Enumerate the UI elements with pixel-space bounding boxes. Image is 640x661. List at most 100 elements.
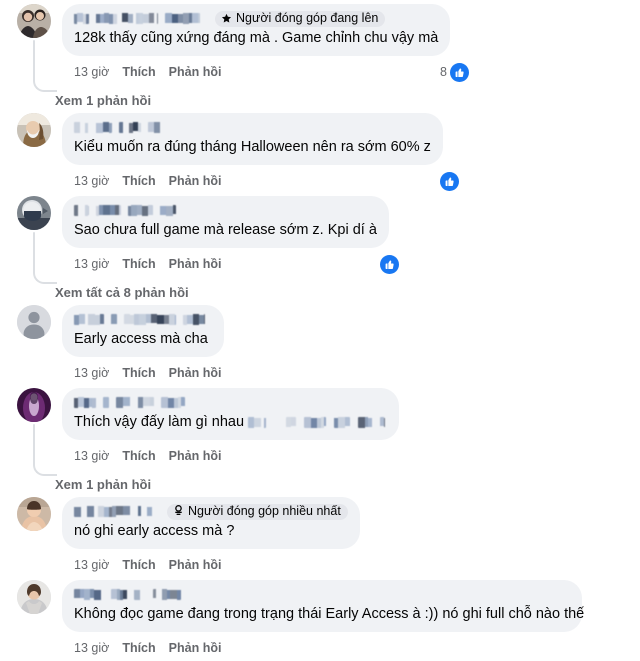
- like-button[interactable]: Thích: [122, 256, 155, 272]
- author-name-redacted[interactable]: [74, 311, 212, 329]
- comment-actions: 13 giờ Thích Phản hồi: [62, 248, 640, 277]
- comment-text: Sao chưa full game mà release sớm z. Kpi…: [74, 221, 377, 240]
- view-replies-row: Xem 1 phản hồi: [0, 87, 640, 113]
- comment-text-content: Thích vậy đấy làm gì nhau: [74, 414, 245, 430]
- reply-button[interactable]: Phản hồi: [169, 173, 222, 189]
- comment-body: Không đọc game đang trong trạng thái Ear…: [54, 580, 640, 661]
- like-button[interactable]: Thích: [122, 365, 155, 381]
- author-name-redacted[interactable]: [74, 503, 159, 521]
- avatar-column: [14, 580, 54, 614]
- author-row: [74, 203, 377, 218]
- author-row: [74, 587, 570, 602]
- contributor-badge[interactable]: Người đóng góp đang lên: [215, 10, 386, 27]
- like-button[interactable]: Thích: [122, 557, 155, 573]
- avatar[interactable]: [17, 305, 51, 339]
- reply-button[interactable]: Phản hồi: [169, 365, 222, 381]
- reaction-count: 8: [440, 65, 447, 79]
- comment: Early access mà cha 13 giờ Thích Phản hồi: [0, 305, 640, 386]
- comment-timestamp[interactable]: 13 giờ: [74, 256, 109, 272]
- author-row: [74, 312, 212, 327]
- comment-actions: 13 giờ Thích Phản hồi: [62, 549, 640, 578]
- reaction-summary[interactable]: [380, 254, 399, 274]
- comment-bubble: Early access mà cha: [62, 305, 224, 357]
- like-button[interactable]: Thích: [122, 448, 155, 464]
- comment-text: Không đọc game đang trong trạng thái Ear…: [74, 605, 584, 624]
- comment: Người đóng góp đang lên 128k thấy cũng xứ…: [0, 4, 640, 92]
- view-replies-link[interactable]: Xem 1 phản hồi: [55, 89, 151, 112]
- view-replies-link[interactable]: Xem tất cả 8 phản hồi: [55, 281, 189, 304]
- contributor-badge[interactable]: Người đóng góp nhiều nhất: [167, 503, 348, 520]
- author-name-redacted[interactable]: [74, 119, 175, 137]
- comment-timestamp[interactable]: 13 giờ: [74, 64, 109, 80]
- comment-bubble: Người đóng góp nhiều nhất nó ghi early ac…: [62, 497, 360, 549]
- author-name-redacted[interactable]: [74, 586, 188, 604]
- comment: Kiểu muốn ra đúng tháng Halloween nên ra…: [0, 113, 640, 194]
- reply-button[interactable]: Phản hồi: [169, 64, 222, 80]
- author-name-redacted[interactable]: [74, 394, 192, 412]
- comment-timestamp[interactable]: 13 giờ: [74, 173, 109, 189]
- comment-text: Thích vậy đấy làm gì nhau: [74, 413, 387, 432]
- comment-text-content: Không đọc game đang trong trạng thái Ear…: [74, 606, 585, 622]
- reply-button[interactable]: Phản hồi: [169, 640, 222, 656]
- avatar[interactable]: [17, 388, 51, 422]
- author-row: Người đóng góp nhiều nhất: [74, 503, 348, 521]
- comment-text: 128k thấy cũng xứng đáng mà . Game chỉnh…: [74, 29, 438, 48]
- reply-button[interactable]: Phản hồi: [169, 448, 222, 464]
- comment-actions: 13 giờ Thích Phản hồi: [62, 165, 640, 194]
- author-row: Người đóng góp đang lên: [74, 10, 438, 28]
- comment-bubble: Người đóng góp đang lên 128k thấy cũng xứ…: [62, 4, 451, 56]
- like-button[interactable]: Thích: [122, 640, 155, 656]
- view-replies-row: Xem tất cả 8 phản hồi: [0, 279, 640, 305]
- comment-text-content: Kiểu muốn ra đúng tháng Halloween nên ra…: [74, 139, 431, 155]
- thread-connector-line: [33, 232, 35, 268]
- thread-connector-line: [33, 40, 35, 76]
- comment-text: Kiểu muốn ra đúng tháng Halloween nên ra…: [74, 138, 431, 157]
- comment-bubble: Không đọc game đang trong trạng thái Ear…: [62, 580, 584, 632]
- comment-text-content: Early access mà cha: [74, 331, 208, 347]
- reaction-summary[interactable]: [440, 171, 459, 191]
- contributor-badge-label: Người đóng góp nhiều nhất: [188, 504, 341, 518]
- comment-timestamp[interactable]: 13 giờ: [74, 557, 109, 573]
- author-name-redacted[interactable]: [74, 202, 183, 220]
- avatar-column: [14, 196, 57, 284]
- avatar[interactable]: [17, 580, 51, 614]
- avatar[interactable]: [17, 196, 51, 230]
- comment-text: nó ghi early access mà ?: [74, 522, 348, 541]
- comment-timestamp[interactable]: 13 giờ: [74, 448, 109, 464]
- thumbs-up-icon: [440, 171, 459, 191]
- comment-text: Early access mà cha: [74, 330, 212, 349]
- comment-timestamp[interactable]: 13 giờ: [74, 640, 109, 656]
- comment-body: Sao chưa full game mà release sớm z. Kpi…: [54, 196, 640, 277]
- avatar[interactable]: [17, 4, 51, 38]
- like-button[interactable]: Thích: [122, 64, 155, 80]
- author-row: [74, 395, 387, 410]
- comment-actions: 13 giờ Thích Phản hồi: [62, 632, 640, 661]
- star-icon: [221, 13, 232, 24]
- comment: Người đóng góp nhiều nhất nó ghi early ac…: [0, 497, 640, 578]
- comment: Thích vậy đấy làm gì nhau 13 giờ Thích Phản…: [0, 388, 640, 476]
- comment: Sao chưa full game mà release sớm z. Kpi…: [0, 196, 640, 284]
- comment-text-content: Sao chưa full game mà release sớm z. Kpi…: [74, 222, 377, 238]
- top-contributor-icon: [173, 505, 184, 517]
- reply-button[interactable]: Phản hồi: [169, 557, 222, 573]
- comment-body: Thích vậy đấy làm gì nhau 13 giờ Thích Phản…: [54, 388, 640, 469]
- comment-body: Early access mà cha 13 giờ Thích Phản hồi: [54, 305, 640, 386]
- comment-text-content: nó ghi early access mà ?: [74, 523, 235, 539]
- comment-body: Người đóng góp nhiều nhất nó ghi early ac…: [54, 497, 640, 578]
- comment-bubble: Sao chưa full game mà release sớm z. Kpi…: [62, 196, 389, 248]
- comment: Không đọc game đang trong trạng thái Ear…: [0, 580, 640, 661]
- reaction-summary[interactable]: 8: [440, 62, 469, 82]
- comment-actions: 13 giờ Thích Phản hồi: [62, 440, 640, 469]
- contributor-badge-label: Người đóng góp đang lên: [236, 11, 379, 25]
- avatar-column: [14, 113, 54, 147]
- avatar[interactable]: [17, 113, 51, 147]
- comment-timestamp[interactable]: 13 giờ: [74, 365, 109, 381]
- author-row: [74, 120, 431, 135]
- author-name-redacted[interactable]: [74, 10, 207, 28]
- reply-button[interactable]: Phản hồi: [169, 256, 222, 272]
- avatar[interactable]: [17, 497, 51, 531]
- view-replies-link[interactable]: Xem 1 phản hồi: [55, 473, 151, 496]
- like-button[interactable]: Thích: [122, 173, 155, 189]
- thread-connector-line: [33, 424, 35, 460]
- comment-bubble: Thích vậy đấy làm gì nhau: [62, 388, 400, 440]
